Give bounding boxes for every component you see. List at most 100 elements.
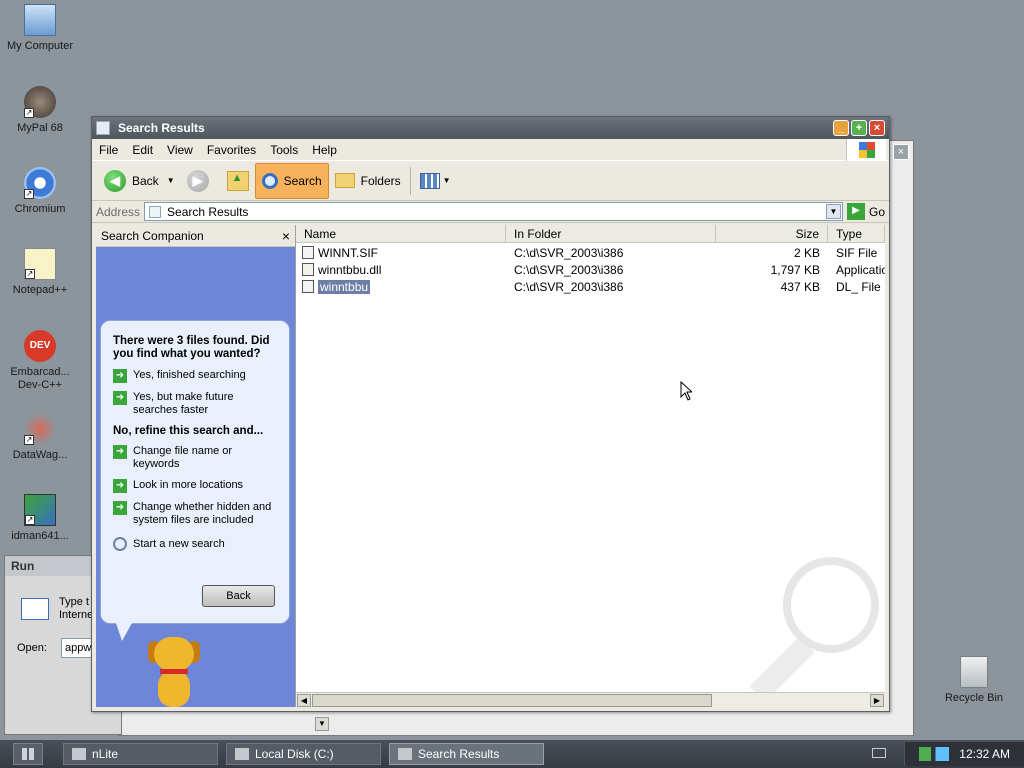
network-icon[interactable] xyxy=(919,747,950,761)
back-button[interactable]: ◀ Back ▼ xyxy=(98,163,181,199)
file-row[interactable]: WINNT.SIF C:\d\SVR_2003\i386 2 KB SIF Fi… xyxy=(296,244,885,261)
file-name: WINNT.SIF xyxy=(318,245,378,260)
desktop-icon-notepadpp[interactable]: ↗ Notepad++ xyxy=(2,248,78,297)
desktop-icon-datawag[interactable]: ↗ DataWag... xyxy=(2,413,78,462)
background-close-button[interactable]: × xyxy=(893,144,909,160)
forward-button[interactable]: ▶ xyxy=(181,163,221,199)
files-found-message: There were 3 files found. Did you find w… xyxy=(113,335,270,360)
desktop-icon-recycle-bin[interactable]: Recycle Bin xyxy=(936,656,1012,705)
desktop-icon-chromium[interactable]: ↗ Chromium xyxy=(2,167,78,216)
taskbar: nLite Local Disk (C:) Search Results 12:… xyxy=(0,740,1024,768)
keyboard-icon[interactable] xyxy=(872,748,886,758)
option-faster-searches[interactable]: ➜ Yes, but make future searches faster xyxy=(113,391,277,417)
desktop-icon-mypal[interactable]: ↗ MyPal 68 xyxy=(2,86,78,135)
file-icon xyxy=(302,246,314,259)
background-scroll-button[interactable]: ▼ xyxy=(315,717,329,731)
notepad-icon: ↗ xyxy=(24,248,56,280)
option-label: Change whether hidden and system files a… xyxy=(133,501,272,526)
search-watermark-icon xyxy=(749,557,879,703)
window-search-icon xyxy=(96,121,110,135)
column-header-size[interactable]: Size xyxy=(716,225,828,242)
option-finished-searching[interactable]: ➜ Yes, finished searching xyxy=(113,369,277,383)
column-header-in-folder[interactable]: In Folder xyxy=(506,225,716,242)
run-open-label: Open: xyxy=(17,642,47,654)
search-companion-pane: Search Companion × There were 3 files fo… xyxy=(96,225,296,707)
green-arrow-icon: ➜ xyxy=(113,369,127,383)
taskbar-item-local-disk[interactable]: Local Disk (C:) xyxy=(226,743,381,765)
shortcut-arrow-icon: ↗ xyxy=(24,435,34,445)
title-bar[interactable]: Search Results _ + × xyxy=(92,117,889,139)
menu-favorites[interactable]: Favorites xyxy=(200,143,263,157)
green-arrow-icon: ➜ xyxy=(113,445,127,459)
folders-button[interactable]: Folders xyxy=(329,163,407,199)
file-size: 1,797 KB xyxy=(770,262,820,277)
task-label: Local Disk (C:) xyxy=(255,747,334,761)
horizontal-scrollbar[interactable]: ◀ ▶ xyxy=(296,692,885,707)
desktop-icon-my-computer[interactable]: My Computer xyxy=(2,4,78,53)
option-label: Change file name or keywords xyxy=(133,445,233,470)
option-more-locations[interactable]: ➜ Look in more locations xyxy=(113,479,277,493)
scroll-left-button[interactable]: ◀ xyxy=(297,694,311,707)
balloon-tail xyxy=(116,623,132,641)
menu-file[interactable]: File xyxy=(92,143,125,157)
menu-view[interactable]: View xyxy=(160,143,200,157)
desktop-icon-devcpp[interactable]: DEV Embarcad... Dev-C++ xyxy=(2,330,78,392)
mouse-cursor-icon xyxy=(680,381,692,401)
system-tray: 12:32 AM xyxy=(904,742,1024,766)
file-type: SIF File xyxy=(836,245,878,260)
file-folder: C:\d\SVR_2003\i386 xyxy=(514,262,624,277)
task-label: Search Results xyxy=(418,747,500,761)
desktop-icon-idman[interactable]: ↗ idman641... xyxy=(2,494,78,543)
file-row-selected[interactable]: winntbbu C:\d\SVR_2003\i386 437 KB DL_ F… xyxy=(296,278,885,295)
search-dog-icon[interactable] xyxy=(146,637,202,709)
search-companion-close-icon[interactable]: × xyxy=(282,228,290,244)
taskbar-item-nlite[interactable]: nLite xyxy=(63,743,218,765)
scroll-right-button[interactable]: ▶ xyxy=(870,694,884,707)
search-label: Search xyxy=(283,173,322,188)
installer-icon: ↗ xyxy=(24,494,56,526)
search-results-window[interactable]: Search Results _ + × File Edit View Favo… xyxy=(91,116,890,712)
search-button[interactable]: Search xyxy=(254,162,329,199)
address-dropdown-icon[interactable]: ▼ xyxy=(825,204,841,219)
clock[interactable]: 12:32 AM xyxy=(959,747,1010,761)
views-button[interactable]: ▼ xyxy=(414,163,457,199)
column-headers: Name In Folder Size Type xyxy=(296,225,885,243)
close-button[interactable]: × xyxy=(869,120,885,136)
menu-tools[interactable]: Tools xyxy=(263,143,305,157)
scrollbar-thumb[interactable] xyxy=(312,694,712,707)
column-header-type[interactable]: Type xyxy=(828,225,885,242)
companion-back-button[interactable]: Back xyxy=(202,585,275,607)
address-bar: Address Search Results ▼ ▶ Go xyxy=(92,201,889,223)
search-icon xyxy=(261,172,278,189)
taskbar-item-search-results[interactable]: Search Results xyxy=(389,743,544,765)
go-button[interactable]: ▶ Go xyxy=(846,203,885,220)
views-icon xyxy=(419,172,440,189)
file-folder: C:\d\SVR_2003\i386 xyxy=(514,279,624,294)
desktop-icon-label: Chromium xyxy=(14,203,66,215)
up-folder-button[interactable] xyxy=(221,163,255,199)
column-header-name[interactable]: Name xyxy=(296,225,506,242)
option-hidden-system-files[interactable]: ➜ Change whether hidden and system files… xyxy=(113,501,277,527)
maximize-button[interactable]: + xyxy=(851,120,867,136)
results-list[interactable]: Name In Folder Size Type WINNT.SIF C:\d\… xyxy=(296,225,885,707)
shortcut-arrow-icon: ↗ xyxy=(25,269,35,279)
search-companion-balloon: There were 3 files found. Did you find w… xyxy=(100,320,290,624)
views-dropdown-icon: ▼ xyxy=(442,176,451,185)
nlite-icon xyxy=(72,748,86,760)
option-new-search[interactable]: Start a new search xyxy=(113,537,277,551)
run-icon xyxy=(21,598,49,620)
file-icon xyxy=(302,280,314,293)
file-row[interactable]: winntbbu.dll C:\d\SVR_2003\i386 1,797 KB… xyxy=(296,261,885,278)
desktop-icon-label: DataWag... xyxy=(12,449,68,461)
start-button[interactable] xyxy=(13,743,43,765)
minimize-button[interactable]: _ xyxy=(833,120,849,136)
menu-bar: File Edit View Favorites Tools Help xyxy=(92,139,889,161)
address-input[interactable]: Search Results ▼ xyxy=(144,202,843,221)
option-change-file-name[interactable]: ➜ Change file name or keywords xyxy=(113,445,277,471)
back-dropdown-icon[interactable]: ▼ xyxy=(167,176,175,185)
menu-help[interactable]: Help xyxy=(305,143,344,157)
magnifier-icon xyxy=(113,537,127,551)
back-label: Back xyxy=(132,173,159,188)
menu-edit[interactable]: Edit xyxy=(125,143,160,157)
folders-icon xyxy=(334,173,355,188)
